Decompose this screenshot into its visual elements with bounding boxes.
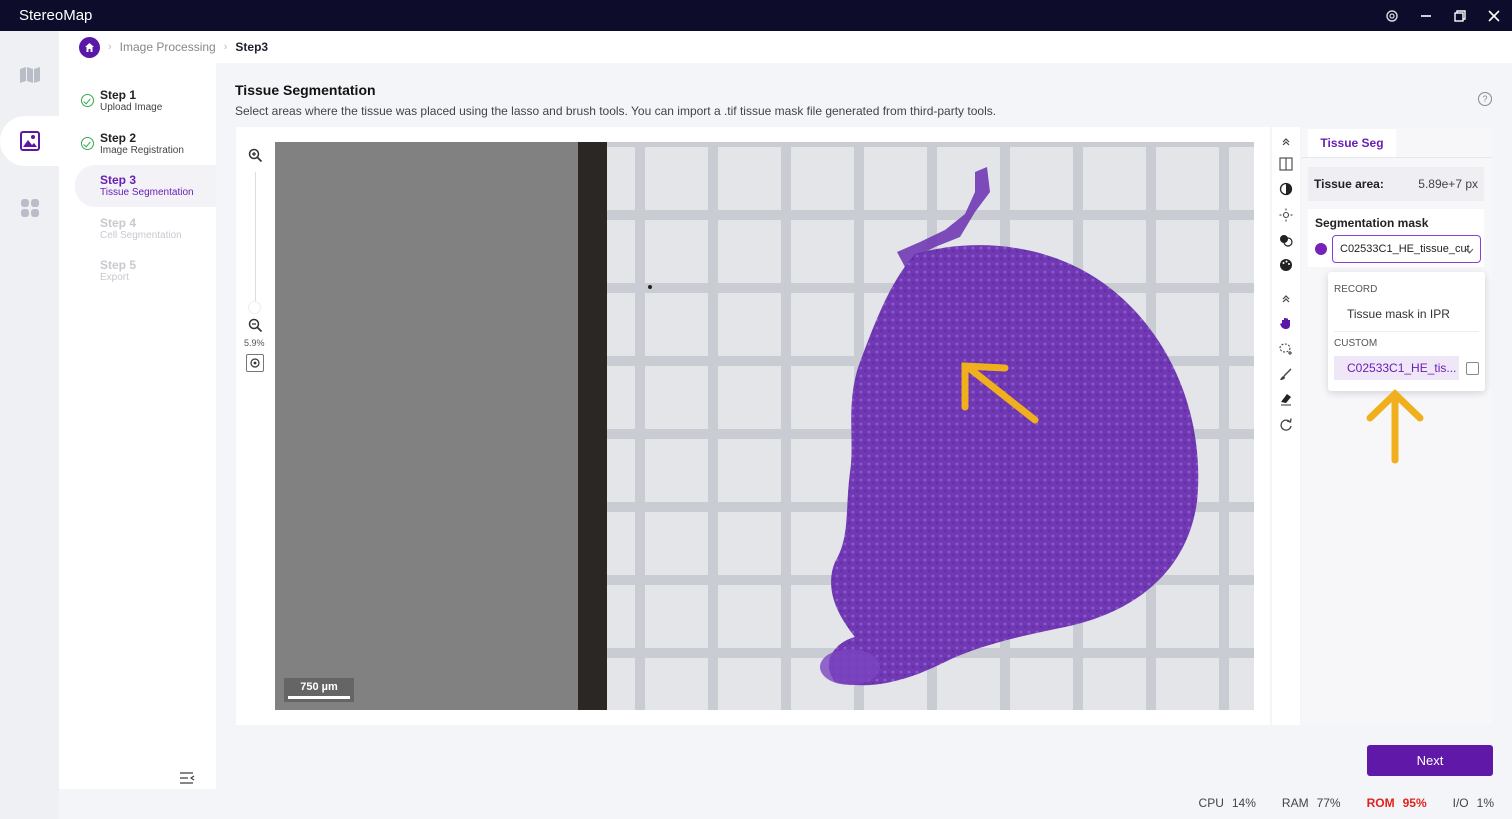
next-button[interactable]: Next bbox=[1367, 745, 1493, 776]
restore-icon[interactable] bbox=[1452, 8, 1468, 24]
scale-line bbox=[288, 696, 350, 699]
step-subtitle: Upload Image bbox=[100, 102, 163, 113]
title-bar: StereoMap bbox=[0, 0, 1512, 31]
rail-map-icon[interactable] bbox=[0, 51, 59, 99]
dropdown-item-custom[interactable]: C02533C1_HE_tis... bbox=[1334, 356, 1459, 380]
dropdown-item-ipr[interactable]: Tissue mask in IPR bbox=[1347, 307, 1450, 321]
cpu-label: CPU bbox=[1198, 796, 1224, 810]
brush-icon[interactable] bbox=[1278, 366, 1294, 382]
tissue-area-value: 5.89e+7 px bbox=[1418, 177, 1478, 191]
step-title: Step 1 bbox=[100, 88, 137, 102]
step-title: Step 2 bbox=[100, 131, 137, 145]
home-button[interactable] bbox=[79, 36, 100, 58]
eraser-icon[interactable] bbox=[1278, 391, 1294, 407]
left-rail bbox=[0, 31, 59, 819]
brightness-icon[interactable] bbox=[1278, 207, 1294, 223]
breadcrumb-separator: › bbox=[223, 41, 228, 53]
tissue-area-label: Tissue area: bbox=[1314, 177, 1384, 191]
minimize-icon[interactable] bbox=[1418, 8, 1434, 24]
io-status: I/O 1% bbox=[1453, 796, 1494, 810]
tab-divider bbox=[1302, 157, 1492, 158]
tab-tissue-seg[interactable]: Tissue Seg bbox=[1308, 129, 1396, 157]
io-label: I/O bbox=[1452, 796, 1469, 810]
breadcrumb: › Image Processing › Step3 bbox=[59, 31, 1512, 63]
step-3[interactable]: Step 3 Tissue Segmentation bbox=[75, 165, 216, 207]
chevron-down-icon bbox=[1465, 245, 1474, 257]
help-icon[interactable]: ? bbox=[1478, 92, 1492, 106]
mask-color-swatch[interactable] bbox=[1315, 243, 1327, 255]
rom-value: 95% bbox=[1402, 796, 1427, 810]
image-viewport[interactable] bbox=[275, 142, 1254, 710]
page-title: Tissue Segmentation bbox=[235, 82, 376, 98]
scale-label: 750 µm bbox=[300, 681, 338, 693]
split-view-icon[interactable] bbox=[1278, 156, 1294, 172]
step-title: Step 5 bbox=[100, 258, 137, 272]
collapse-up-icon[interactable] bbox=[1278, 134, 1294, 150]
ram-label: RAM bbox=[1281, 796, 1309, 810]
dropdown-header-record: RECORD bbox=[1334, 284, 1378, 295]
collapse-up-icon[interactable] bbox=[1278, 291, 1294, 307]
step-subtitle: Export bbox=[100, 272, 129, 283]
scale-bar: 750 µm bbox=[284, 678, 354, 702]
dropdown-divider bbox=[1334, 331, 1479, 332]
breadcrumb-separator: › bbox=[108, 41, 112, 53]
zoom-slider[interactable] bbox=[255, 172, 256, 307]
redo-icon[interactable] bbox=[1278, 416, 1294, 432]
check-icon bbox=[81, 137, 94, 150]
page-description: Select areas where the tissue was placed… bbox=[235, 104, 997, 118]
check-icon bbox=[81, 94, 94, 107]
tissue-area-box: Tissue area: 5.89e+7 px bbox=[1308, 167, 1484, 201]
breadcrumb-current: Step3 bbox=[235, 40, 269, 54]
step-5: Step 5 Export bbox=[75, 250, 216, 292]
zoom-in-icon[interactable] bbox=[248, 148, 263, 166]
cpu-status: CPU 14% bbox=[1199, 796, 1256, 810]
step-title: Step 4 bbox=[100, 216, 137, 230]
zoom-level: 5.9% bbox=[244, 338, 265, 348]
ram-status: RAM 77% bbox=[1282, 796, 1341, 810]
status-bar: CPU 14% RAM 77% ROM 95% I/O 1% bbox=[1199, 796, 1494, 810]
annotation-arrow-up bbox=[1366, 389, 1424, 464]
step-4: Step 4 Cell Segmentation bbox=[75, 208, 216, 250]
step-subtitle: Tissue Segmentation bbox=[100, 187, 194, 198]
step-2[interactable]: Step 2 Image Registration bbox=[75, 123, 216, 165]
dropdown-header-custom: CUSTOM bbox=[1334, 338, 1378, 349]
settings-icon[interactable] bbox=[1384, 8, 1400, 24]
channels-icon[interactable] bbox=[1278, 232, 1294, 248]
step-subtitle: Cell Segmentation bbox=[100, 230, 182, 241]
rom-label: ROM bbox=[1366, 796, 1395, 810]
breadcrumb-parent[interactable]: Image Processing bbox=[120, 40, 216, 54]
palette-icon[interactable] bbox=[1278, 257, 1294, 273]
step-subtitle: Image Registration bbox=[100, 145, 184, 156]
step-title: Step 3 bbox=[100, 173, 137, 187]
lasso-icon[interactable] bbox=[1278, 341, 1294, 357]
fit-view-icon[interactable] bbox=[246, 354, 264, 372]
segmentation-mask-label: Segmentation mask bbox=[1315, 216, 1429, 230]
io-value: 1% bbox=[1476, 796, 1494, 810]
pan-hand-icon[interactable] bbox=[1278, 315, 1294, 331]
rail-image-processing-icon[interactable] bbox=[0, 117, 59, 165]
rail-apps-icon[interactable] bbox=[0, 184, 59, 232]
ram-value: 77% bbox=[1316, 796, 1341, 810]
segmentation-mask-select[interactable]: C02533C1_HE_tissue_cut bbox=[1332, 235, 1481, 263]
step-1[interactable]: Step 1 Upload Image bbox=[75, 80, 216, 122]
zoom-slider-handle[interactable] bbox=[248, 301, 261, 314]
collapse-panel-icon[interactable] bbox=[179, 771, 195, 787]
cpu-value: 14% bbox=[1231, 796, 1256, 810]
zoom-out-icon[interactable] bbox=[248, 318, 263, 336]
steps-panel: Step 1 Upload Image Step 2 Image Registr… bbox=[59, 63, 216, 789]
edit-name-icon[interactable] bbox=[1466, 362, 1479, 375]
mask-select-value: C02533C1_HE_tissue_cut bbox=[1340, 243, 1470, 255]
app-title: StereoMap bbox=[19, 7, 93, 24]
rom-status: ROM 95% bbox=[1367, 796, 1427, 810]
close-icon[interactable] bbox=[1486, 8, 1502, 24]
contrast-icon[interactable] bbox=[1278, 181, 1294, 197]
